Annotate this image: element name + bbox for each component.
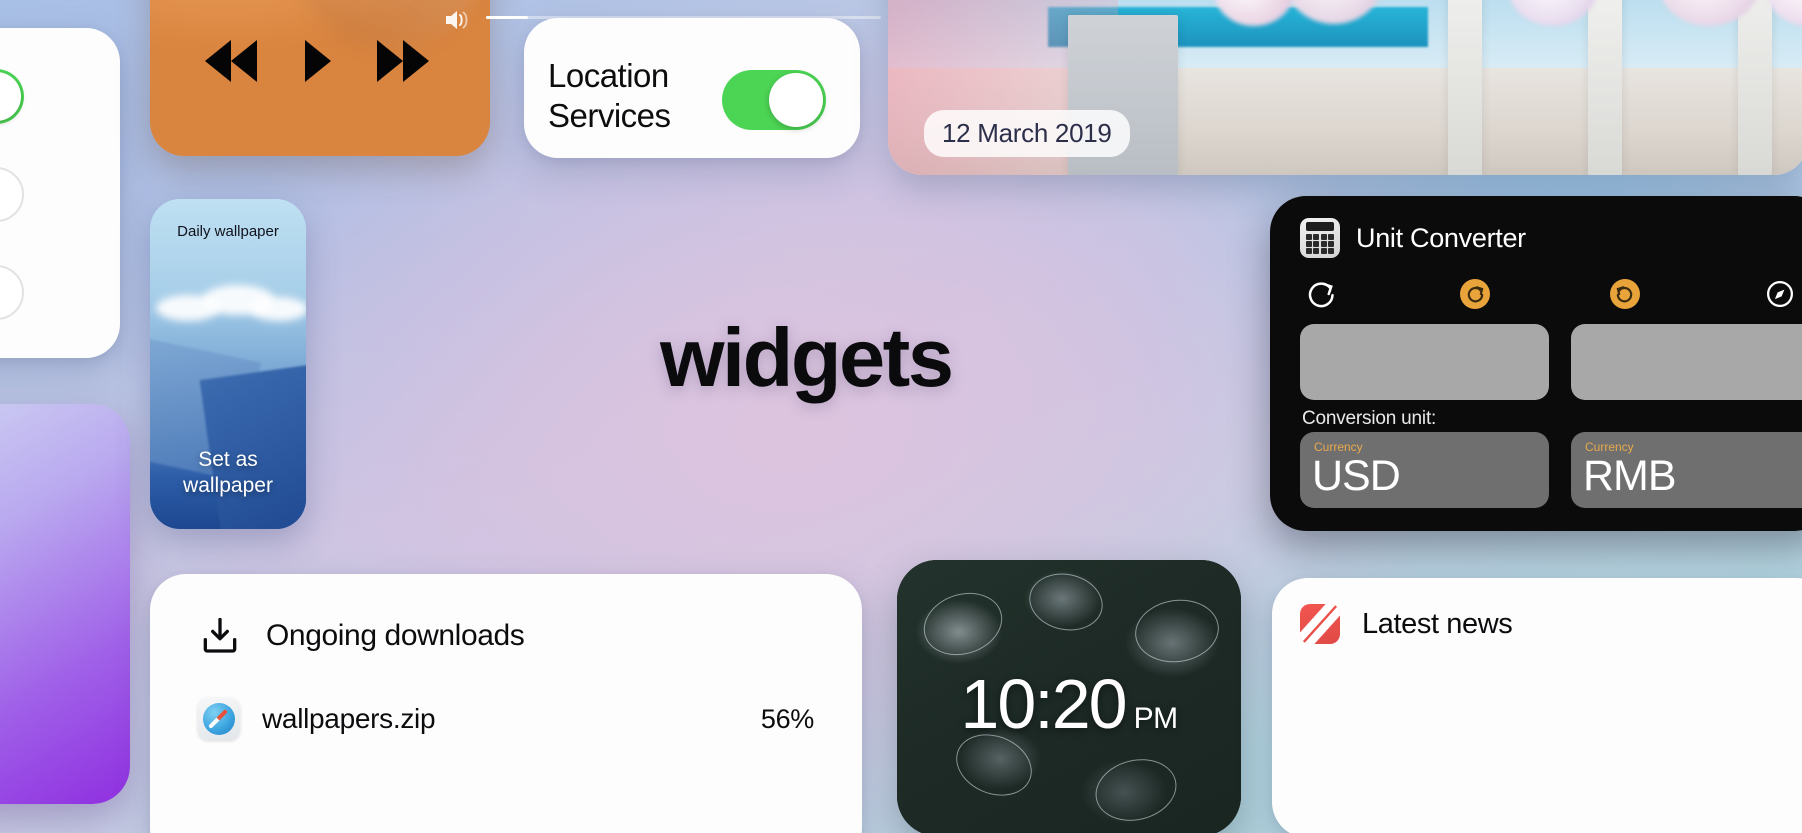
clock-time-value: 10:20 bbox=[960, 664, 1127, 743]
clock-time: 10:20 PM bbox=[897, 664, 1241, 744]
ongoing-downloads-card[interactable]: Ongoing downloads wallpapers.zip 56% bbox=[150, 574, 862, 833]
set-as-wallpaper-button[interactable]: Set as wallpaper bbox=[150, 447, 306, 499]
location-services-card[interactable]: Location Services bbox=[524, 18, 860, 158]
photo-pillar bbox=[1738, 0, 1772, 175]
photo-date-badge: 12 March 2019 bbox=[924, 110, 1130, 157]
calculator-icon bbox=[1300, 218, 1340, 258]
settings-toggle-1[interactable] bbox=[0, 69, 24, 124]
conversion-unit-selector-to[interactable]: Currency RMB bbox=[1571, 432, 1802, 508]
widgets-wallpaper-canvas: widgets Location Services 12 March 2019 … bbox=[0, 0, 1802, 833]
rewind-icon[interactable] bbox=[205, 40, 263, 82]
speaker-icon bbox=[446, 11, 468, 29]
location-services-toggle[interactable] bbox=[722, 70, 826, 130]
location-services-label: Location Services bbox=[548, 57, 671, 134]
unit-converter-value-fields bbox=[1300, 324, 1802, 400]
unit-code-label: USD bbox=[1312, 452, 1401, 500]
download-tray-icon bbox=[203, 617, 237, 653]
download-item-row[interactable]: wallpapers.zip 56% bbox=[198, 694, 814, 744]
safari-compass-icon bbox=[198, 698, 240, 740]
toggle-list-card bbox=[0, 28, 120, 358]
latest-news-title: Latest news bbox=[1362, 607, 1513, 640]
unit-converter-unit-selectors: Currency USD Currency RMB bbox=[1300, 432, 1802, 508]
photo-pillar bbox=[1588, 0, 1622, 175]
download-progress-percent: 56% bbox=[760, 703, 814, 734]
compass-icon[interactable] bbox=[1760, 274, 1800, 314]
downloads-header: Ongoing downloads bbox=[198, 614, 525, 658]
conversion-value-input-2[interactable] bbox=[1571, 324, 1802, 400]
settings-toggle-3[interactable] bbox=[0, 265, 24, 320]
unit-converter-actions bbox=[1300, 272, 1802, 316]
fast-forward-icon[interactable] bbox=[377, 40, 435, 82]
photos-widget[interactable]: 12 March 2019 bbox=[888, 0, 1802, 175]
photo-pillar bbox=[1448, 0, 1482, 175]
unit-converter-widget[interactable]: Unit Converter Conversion unit: Currency… bbox=[1270, 196, 1802, 531]
mountain bbox=[199, 359, 306, 529]
conversion-unit-label: Conversion unit: bbox=[1302, 408, 1437, 429]
volume-slider-fill bbox=[486, 16, 528, 19]
purple-gradient-widget[interactable] bbox=[0, 404, 130, 804]
media-controls bbox=[150, 26, 490, 96]
refresh-icon[interactable] bbox=[1300, 274, 1340, 314]
refresh-counter-clockwise-icon[interactable] bbox=[1610, 279, 1640, 309]
clock-widget[interactable]: 10:20 PM bbox=[897, 560, 1241, 833]
media-player-widget[interactable] bbox=[150, 0, 490, 156]
clock-ampm: PM bbox=[1133, 701, 1179, 735]
apple-news-icon bbox=[1300, 604, 1340, 644]
refresh-clockwise-icon[interactable] bbox=[1460, 279, 1490, 309]
toggle-knob bbox=[769, 73, 823, 127]
page-title: widgets bbox=[660, 311, 954, 404]
set-as-wallpaper-line1: Set as bbox=[198, 448, 258, 471]
latest-news-card[interactable]: Latest news bbox=[1272, 578, 1802, 833]
unit-converter-title: Unit Converter bbox=[1356, 222, 1526, 253]
conversion-unit-selector-from[interactable]: Currency USD bbox=[1300, 432, 1549, 508]
set-as-wallpaper-line2: wallpaper bbox=[183, 474, 273, 497]
daily-wallpaper-title: Daily wallpaper bbox=[177, 223, 279, 240]
downloads-title: Ongoing downloads bbox=[266, 619, 525, 652]
play-icon[interactable] bbox=[305, 40, 335, 82]
download-file-name: wallpapers.zip bbox=[262, 703, 436, 734]
unit-code-label: RMB bbox=[1583, 452, 1677, 500]
conversion-value-input-1[interactable] bbox=[1300, 324, 1549, 400]
settings-toggle-2[interactable] bbox=[0, 167, 24, 222]
latest-news-header: Latest news bbox=[1300, 604, 1513, 644]
unit-converter-header: Unit Converter bbox=[1300, 218, 1526, 258]
daily-wallpaper-widget[interactable]: Daily wallpaper Set as wallpaper bbox=[150, 199, 306, 529]
toggle-knob bbox=[0, 72, 21, 121]
